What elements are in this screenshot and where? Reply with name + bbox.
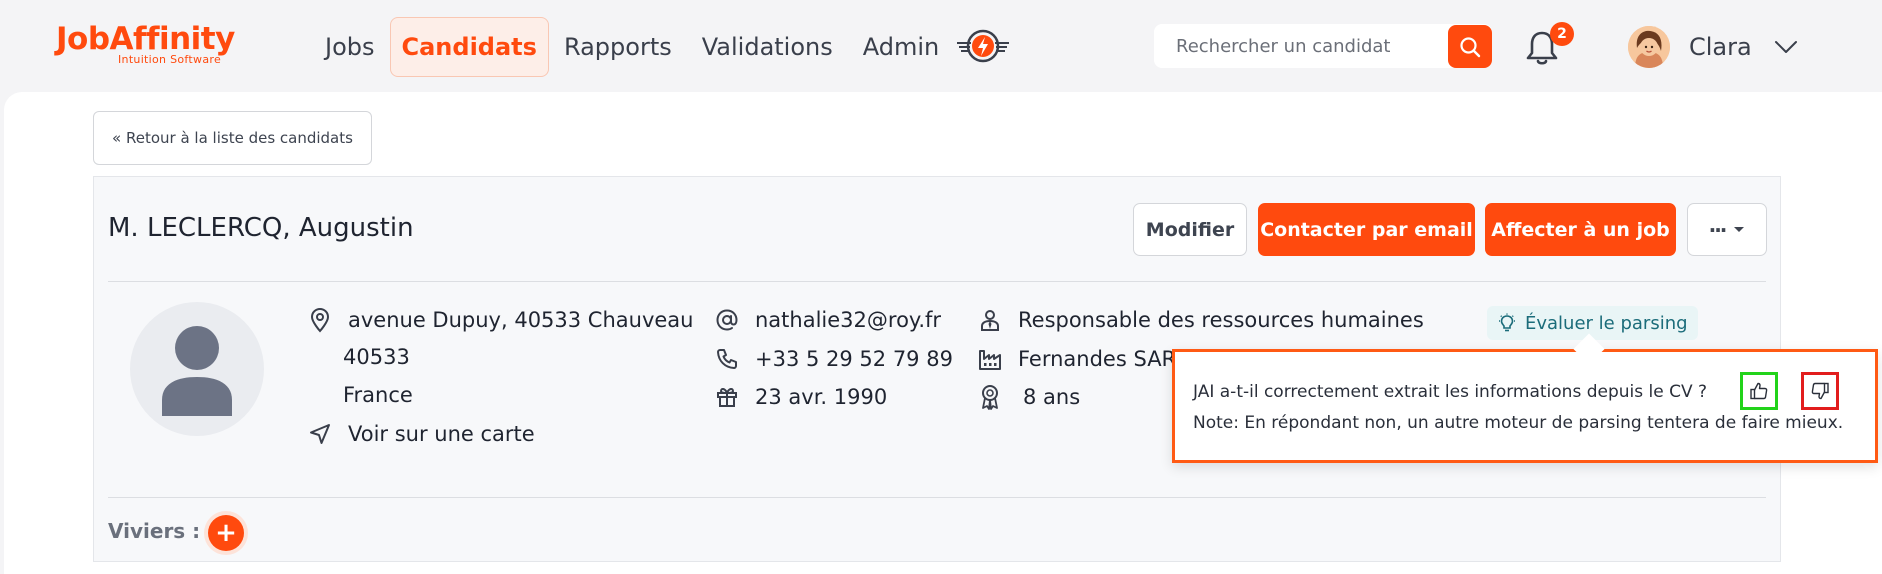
logo-main-text: JobAffinity xyxy=(56,21,235,57)
candidate-avatar xyxy=(130,302,264,436)
user-tie-icon xyxy=(976,306,1004,334)
map-pin-icon xyxy=(306,306,334,334)
evaluate-parsing-button[interactable]: Évaluer le parsing xyxy=(1487,306,1698,340)
more-dots: ··· xyxy=(1708,217,1728,242)
modify-button[interactable]: Modifier xyxy=(1133,203,1247,256)
thumbs-up-button[interactable] xyxy=(1740,372,1778,410)
award-icon xyxy=(976,383,1004,411)
address-country: France xyxy=(343,383,413,407)
notification-badge: 2 xyxy=(1550,22,1574,46)
search-icon xyxy=(1460,36,1481,57)
at-sign-icon xyxy=(713,306,741,334)
phone-row[interactable]: +33 5 29 52 79 89 xyxy=(713,345,953,373)
experience-value: 8 ans xyxy=(1023,385,1081,409)
chevron-down-icon xyxy=(1774,41,1797,53)
phone-value: +33 5 29 52 79 89 xyxy=(755,347,953,371)
contact-email-button[interactable]: Contacter par email xyxy=(1258,203,1475,256)
more-actions-button[interactable]: ··· xyxy=(1687,203,1767,256)
lightbulb-icon xyxy=(1499,313,1515,332)
top-header: JobAffinity Intuition Software Jobs Cand… xyxy=(0,0,1882,92)
search-input[interactable] xyxy=(1154,24,1448,68)
jobaffinity-logo[interactable]: JobAffinity Intuition Software xyxy=(56,21,235,67)
phone-icon xyxy=(713,345,741,373)
divider-top xyxy=(108,281,1766,282)
nav-rapports[interactable]: Rapports xyxy=(549,17,687,77)
viviers-label: Viviers : xyxy=(108,519,201,543)
address-line1: avenue Dupuy, 40533 Chauveau xyxy=(348,308,694,332)
experience-row: 8 ans xyxy=(976,383,1080,411)
logo-sub-text: Intuition Software xyxy=(118,53,222,66)
main-nav: Jobs Candidats Rapports Validations Admi… xyxy=(310,17,954,77)
nav-jobs[interactable]: Jobs xyxy=(310,17,390,77)
birthdate-value: 23 avr. 1990 xyxy=(755,385,888,409)
parsing-question: JAI a-t-il correctement extrait les info… xyxy=(1193,382,1708,402)
nav-validations[interactable]: Validations xyxy=(687,17,848,77)
job-title-row: Responsable des ressources humaines xyxy=(976,306,1424,334)
user-name: Clara xyxy=(1689,33,1752,61)
birthdate-row: 23 avr. 1990 xyxy=(713,383,887,411)
candidate-name: M. LECLERCQ, Augustin xyxy=(108,213,414,243)
thumbs-down-button[interactable] xyxy=(1801,372,1839,410)
thumbs-down-icon xyxy=(1811,382,1829,400)
evaluate-parsing-label: Évaluer le parsing xyxy=(1525,312,1688,334)
nav-admin[interactable]: Admin xyxy=(848,17,955,77)
address-postal: 40533 xyxy=(343,345,410,369)
search-box xyxy=(1154,24,1492,68)
assign-job-button[interactable]: Affecter à un job xyxy=(1485,203,1676,256)
user-menu[interactable]: Clara xyxy=(1628,24,1798,70)
email-row[interactable]: nathalie32@roy.fr xyxy=(713,306,941,334)
person-icon xyxy=(162,326,232,416)
user-avatar xyxy=(1628,26,1670,68)
divider-bottom xyxy=(108,497,1766,498)
add-vivier-button[interactable]: + xyxy=(208,515,244,551)
search-button[interactable] xyxy=(1448,25,1492,68)
company-value: Fernandes SAR xyxy=(1018,347,1177,371)
view-on-map-link[interactable]: Voir sur une carte xyxy=(306,420,535,448)
company-row: Fernandes SAR xyxy=(976,345,1176,373)
view-on-map-label: Voir sur une carte xyxy=(348,422,535,446)
caret-down-icon xyxy=(1734,226,1745,232)
back-to-list-button[interactable]: « Retour à la liste des candidats xyxy=(93,111,372,165)
address-row: avenue Dupuy, 40533 Chauveau xyxy=(306,306,694,334)
email-value: nathalie32@roy.fr xyxy=(755,308,942,332)
nav-candidats[interactable]: Candidats xyxy=(389,17,549,77)
parsing-note: Note: En répondant non, un autre moteur … xyxy=(1193,413,1844,433)
industry-icon xyxy=(976,345,1004,373)
gift-icon xyxy=(713,383,741,411)
navigation-arrow-icon xyxy=(306,420,334,448)
thumbs-up-icon xyxy=(1750,382,1768,400)
job-title-value: Responsable des ressources humaines xyxy=(1018,308,1424,332)
lightning-badge-icon[interactable] xyxy=(955,26,1011,66)
